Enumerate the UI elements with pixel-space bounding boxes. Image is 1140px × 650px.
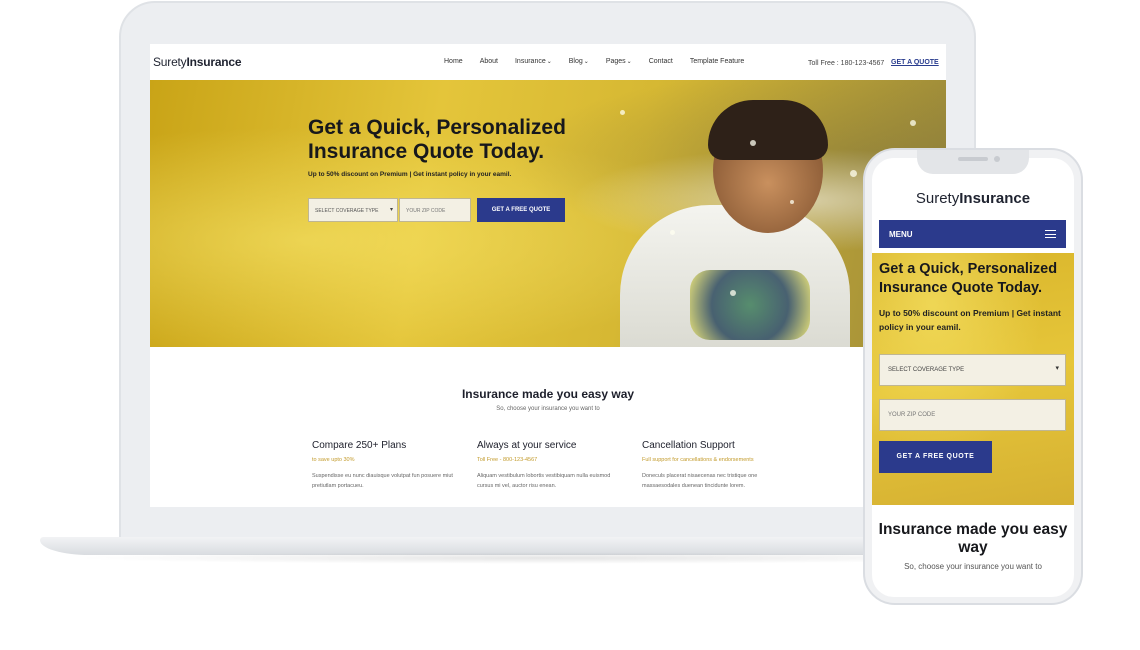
coverage-type-select[interactable]: SELECT COVERAGE TYPE ▾ bbox=[308, 198, 398, 222]
mobile-section-subtitle: So, choose your insurance you want to bbox=[904, 562, 1042, 571]
water-droplet bbox=[750, 140, 756, 146]
phone-speaker bbox=[958, 157, 988, 161]
site-logo[interactable]: SuretyInsurance bbox=[153, 55, 242, 69]
main-nav: Home About Insurance⌄ Blog⌄ Pages⌄ Conta… bbox=[444, 58, 761, 65]
mobile-menu-bar[interactable]: MENU bbox=[879, 220, 1066, 248]
dropdown-arrow-icon: ▾ bbox=[1055, 365, 1059, 372]
chevron-down-icon: ⌄ bbox=[546, 59, 552, 65]
feature-description: Suspendisse eu nunc diauisque volutpat f… bbox=[312, 473, 453, 489]
mobile-coverage-type-select[interactable]: SELECT COVERAGE TYPE ▾ bbox=[879, 354, 1066, 386]
water-droplet bbox=[790, 200, 794, 204]
nav-template-feature[interactable]: Template Feature bbox=[690, 58, 744, 65]
section-subtitle: So, choose your insurance you want to bbox=[496, 406, 600, 412]
mobile-site-logo[interactable]: SuretyInsurance bbox=[872, 190, 1074, 207]
get-a-quote-link[interactable]: GET A QUOTE bbox=[891, 59, 939, 66]
toll-free-number: Toll Free : 180-123-4567 bbox=[808, 60, 885, 67]
logo-prefix: Surety bbox=[915, 190, 960, 207]
coverage-type-placeholder: SELECT COVERAGE TYPE bbox=[315, 208, 379, 214]
zip-code-input[interactable]: YOUR ZIP CODE bbox=[399, 198, 471, 222]
nav-pages-label: Pages bbox=[605, 58, 626, 65]
feature-subtitle: Full support for cancellations & endorse… bbox=[642, 457, 754, 463]
dropdown-arrow-icon: ▾ bbox=[389, 207, 393, 213]
get-free-quote-button[interactable]: GET A FREE QUOTE bbox=[477, 198, 565, 222]
feature-cancellation-support: Cancellation Support Full support for ca… bbox=[642, 440, 792, 491]
logo-prefix: Surety bbox=[153, 55, 187, 69]
desktop-header: SuretyInsurance Home About Insurance⌄ Bl… bbox=[150, 44, 946, 80]
menu-label: MENU bbox=[889, 230, 913, 239]
mobile-hero-subtitle: Up to 50% discount on Premium | Get inst… bbox=[879, 308, 1061, 332]
desktop-site-preview: SuretyInsurance Home About Insurance⌄ Bl… bbox=[150, 44, 946, 507]
phone-notch bbox=[917, 150, 1029, 174]
water-droplet bbox=[910, 120, 916, 126]
hero-image-child-hair bbox=[708, 100, 828, 160]
nav-blog-label: Blog bbox=[568, 58, 583, 65]
logo-bold: Insurance bbox=[959, 190, 1031, 207]
mobile-site-preview: SuretyInsurance MENU Get a Quick, Person… bbox=[872, 158, 1074, 597]
nav-blog[interactable]: Blog⌄ bbox=[569, 58, 589, 65]
feature-title: Always at your service bbox=[477, 440, 577, 451]
chevron-down-icon: ⌄ bbox=[626, 59, 632, 65]
nav-home[interactable]: Home bbox=[444, 58, 463, 65]
hero-subtitle: Up to 50% discount on Premium | Get inst… bbox=[308, 171, 512, 178]
nav-insurance[interactable]: Insurance⌄ bbox=[515, 58, 552, 65]
feature-subtitle: to save upto 30% bbox=[312, 457, 355, 463]
hero-title: Get a Quick, Personalized Insurance Quot… bbox=[308, 116, 566, 163]
water-droplet bbox=[730, 290, 736, 296]
feature-subtitle: Toll Free - 800-123-4567 bbox=[477, 457, 538, 463]
feature-description: Doneculs placerat nisaecenas nec tristiq… bbox=[642, 473, 758, 489]
water-droplet bbox=[850, 170, 857, 177]
nav-about[interactable]: About bbox=[480, 58, 498, 65]
feature-title: Cancellation Support bbox=[642, 440, 735, 451]
chevron-down-icon: ⌄ bbox=[583, 59, 589, 65]
coverage-type-placeholder: SELECT COVERAGE TYPE bbox=[888, 367, 965, 373]
section-title: Insurance made you easy way bbox=[461, 387, 635, 401]
mobile-zip-code-input[interactable]: YOUR ZIP CODE bbox=[879, 399, 1066, 431]
nav-pages[interactable]: Pages⌄ bbox=[606, 58, 632, 65]
nav-insurance-label: Insurance bbox=[514, 58, 546, 65]
menu-icon[interactable] bbox=[1045, 230, 1056, 238]
logo-bold: Insurance bbox=[186, 55, 242, 69]
hero-image-shirt-print bbox=[690, 270, 810, 340]
mobile-get-free-quote-button[interactable]: GET A FREE QUOTE bbox=[879, 441, 992, 473]
feature-title: Compare 250+ Plans bbox=[312, 440, 407, 451]
feature-compare-plans: Compare 250+ Plans to save upto 30% Susp… bbox=[312, 440, 462, 491]
mobile-section-title: Insurance made you easy way bbox=[878, 521, 1068, 556]
mobile-hero-title: Get a Quick, Personalized Insurance Quot… bbox=[879, 261, 1058, 296]
feature-always-at-service: Always at your service Toll Free - 800-1… bbox=[477, 440, 627, 491]
water-droplet bbox=[620, 110, 625, 115]
feature-description: Aliquam vestibulum lobortis vestibiquam … bbox=[477, 473, 611, 489]
nav-contact[interactable]: Contact bbox=[649, 58, 673, 65]
water-droplet bbox=[670, 230, 675, 235]
phone-camera bbox=[994, 156, 1000, 162]
